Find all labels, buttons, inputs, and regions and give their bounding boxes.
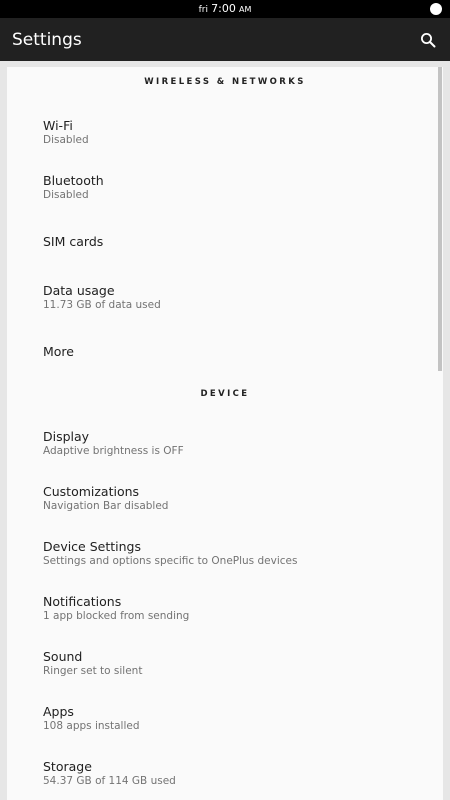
page-title: Settings — [12, 30, 82, 50]
setting-title: Sound — [43, 649, 83, 664]
setting-title: Display — [43, 429, 90, 444]
setting-item-storage[interactable]: Storage 54.37 GB of 114 GB used — [7, 759, 437, 800]
setting-item-display[interactable]: Display Adaptive brightness is OFF — [7, 429, 437, 477]
status-time: 7:00 — [211, 2, 236, 15]
setting-item-notifications[interactable]: Notifications 1 app blocked from sending — [7, 594, 437, 642]
setting-summary: Settings and options specific to OnePlus… — [43, 555, 298, 567]
setting-summary: 1 app blocked from sending — [43, 610, 190, 622]
section-header-wireless: WIRELESS & NETWORKS — [144, 77, 306, 87]
setting-item-device-settings[interactable]: Device Settings Settings and options spe… — [7, 539, 437, 587]
setting-summary: 11.73 GB of data used — [43, 299, 161, 311]
scrollbar-thumb[interactable] — [438, 67, 442, 371]
setting-item-bluetooth[interactable]: Bluetooth Disabled — [7, 173, 437, 221]
setting-item-data-usage[interactable]: Data usage 11.73 GB of data used — [7, 283, 437, 331]
setting-title: Wi-Fi — [43, 118, 73, 133]
status-clock: fri 7:00 AM — [0, 2, 450, 17]
setting-title: Customizations — [43, 484, 140, 499]
setting-summary: Disabled — [43, 189, 89, 201]
search-button[interactable] — [414, 26, 442, 54]
setting-title: Storage — [43, 759, 92, 774]
status-bar: fri 7:00 AM — [0, 0, 450, 18]
app-bar: Settings — [0, 18, 450, 61]
setting-title: More — [43, 344, 74, 359]
section-header-device: DEVICE — [200, 389, 250, 399]
setting-title: Data usage — [43, 283, 115, 298]
status-day: fri — [198, 5, 208, 15]
setting-summary: Navigation Bar disabled — [43, 500, 169, 512]
setting-title: Device Settings — [43, 539, 141, 554]
setting-title: Apps — [43, 704, 74, 719]
setting-summary: Disabled — [43, 134, 89, 146]
setting-item-wifi[interactable]: Wi-Fi Disabled — [7, 118, 437, 166]
setting-item-more[interactable]: More — [7, 344, 437, 392]
setting-title: Bluetooth — [43, 173, 104, 188]
setting-item-apps[interactable]: Apps 108 apps installed — [7, 704, 437, 752]
setting-item-sim-cards[interactable]: SIM cards — [7, 234, 437, 282]
setting-summary: 108 apps installed — [43, 720, 140, 732]
setting-title: Notifications — [43, 594, 122, 609]
setting-item-customizations[interactable]: Customizations Navigation Bar disabled — [7, 484, 437, 532]
setting-item-sound[interactable]: Sound Ringer set to silent — [7, 649, 437, 697]
setting-summary: 54.37 GB of 114 GB used — [43, 775, 176, 787]
setting-title: SIM cards — [43, 234, 104, 249]
setting-summary: Ringer set to silent — [43, 665, 143, 677]
setting-summary: Adaptive brightness is OFF — [43, 445, 184, 457]
status-ampm: AM — [239, 5, 252, 14]
settings-list[interactable]: WIRELESS & NETWORKS Wi-Fi Disabled Bluet… — [7, 67, 443, 800]
status-indicator-icon — [430, 3, 442, 15]
search-icon — [421, 33, 436, 48]
